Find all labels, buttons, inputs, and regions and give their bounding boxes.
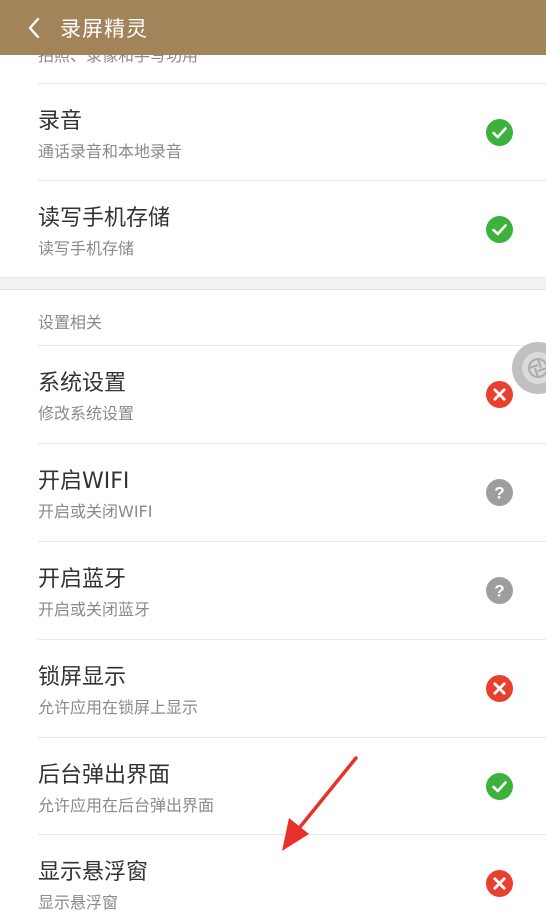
permission-row-bluetooth[interactable]: 开启蓝牙 开启或关闭蓝牙 ?	[0, 541, 546, 638]
section-header: 设置相关	[38, 313, 103, 332]
check-icon	[486, 216, 513, 243]
question-icon: ?	[486, 479, 513, 506]
permission-title: 开启WIFI	[38, 469, 130, 494]
permission-row-record-audio[interactable]: 录音 通话录音和本地录音	[0, 83, 546, 180]
cross-icon	[486, 675, 513, 702]
page-title: 录屏精灵	[60, 16, 148, 41]
permission-desc: 修改系统设置	[38, 404, 135, 423]
camera-aperture-icon	[522, 352, 546, 384]
permission-desc: 允许应用在锁屏上显示	[38, 698, 199, 717]
partial-permission-desc: 拍照、录像和手写功用	[38, 55, 199, 65]
permission-row-floating-window[interactable]: 显示悬浮窗 显示悬浮窗	[0, 834, 546, 923]
permission-row-storage[interactable]: 读写手机存储 读写手机存储	[0, 180, 546, 277]
permission-desc: 通话录音和本地录音	[38, 142, 183, 161]
cross-icon	[486, 381, 513, 408]
cross-icon	[486, 870, 513, 897]
section-separator	[0, 277, 546, 290]
app-header: 录屏精灵	[0, 0, 546, 55]
permission-desc: 显示悬浮窗	[38, 893, 119, 912]
permission-row-system-settings[interactable]: 系统设置 修改系统设置	[0, 345, 546, 442]
permission-row-wifi[interactable]: 开启WIFI 开启或关闭WIFI ?	[0, 443, 546, 540]
partial-permission-row[interactable]: 拍照、录像和手写功用	[0, 55, 546, 83]
permission-row-background-popup[interactable]: 后台弹出界面 允许应用在后台弹出界面	[0, 737, 546, 834]
permission-title: 系统设置	[38, 371, 127, 396]
chevron-left-icon	[28, 17, 40, 38]
check-icon	[486, 119, 513, 146]
permission-title: 录音	[38, 109, 83, 134]
svg-text:?: ?	[494, 582, 504, 601]
permission-title: 显示悬浮窗	[38, 860, 149, 885]
permission-title: 读写手机存储	[38, 206, 171, 231]
permission-desc: 读写手机存储	[38, 239, 135, 258]
permission-desc: 开启或关闭WIFI	[38, 502, 153, 521]
svg-text:?: ?	[494, 484, 504, 503]
permission-title: 开启蓝牙	[38, 567, 127, 592]
permission-title: 锁屏显示	[38, 665, 127, 690]
back-button[interactable]	[14, 0, 54, 55]
permission-row-lockscreen[interactable]: 锁屏显示 允许应用在锁屏上显示	[0, 639, 546, 736]
permission-title: 后台弹出界面	[38, 763, 171, 788]
check-icon	[486, 773, 513, 800]
question-icon: ?	[486, 577, 513, 604]
permission-desc: 允许应用在后台弹出界面	[38, 796, 215, 815]
permission-desc: 开启或关闭蓝牙	[38, 600, 151, 619]
